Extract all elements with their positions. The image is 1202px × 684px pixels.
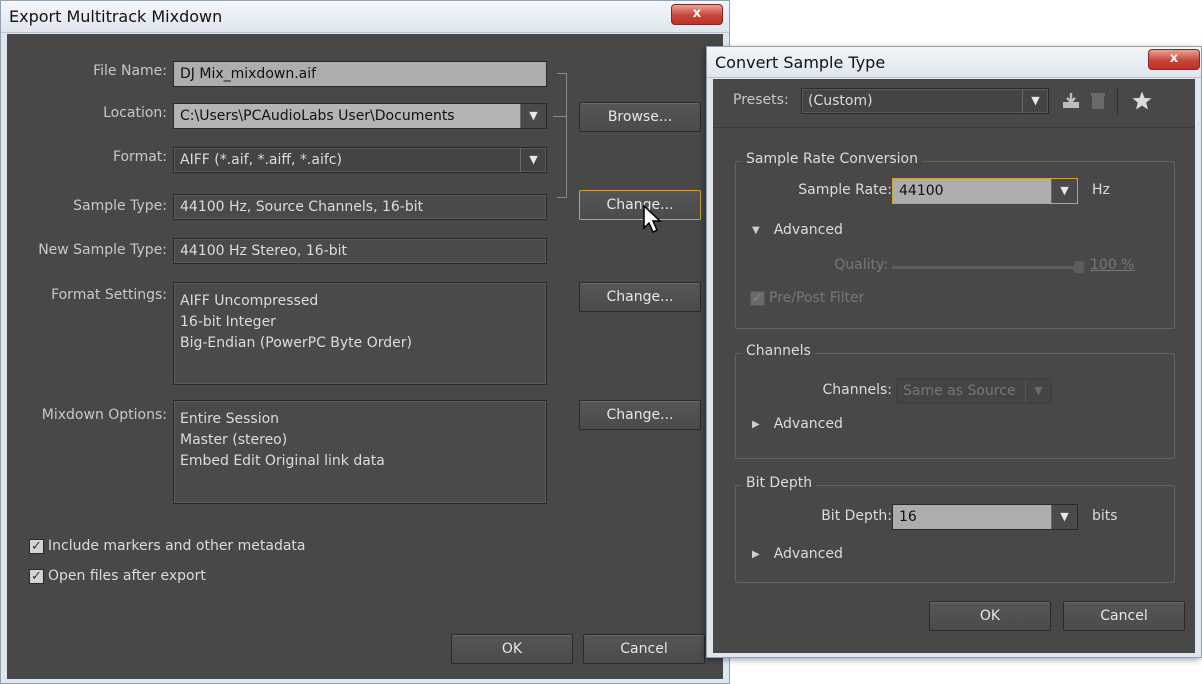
bit-depth-group: Bit Depth Bit Depth: 16 ▼ bits ▶ Advance… — [735, 475, 1175, 583]
delete-preset-icon[interactable] — [1088, 91, 1108, 111]
format-settings-line: Big-Endian (PowerPC Byte Order) — [180, 335, 412, 351]
advanced-label: Advanced — [773, 222, 843, 238]
checkmark-icon: ✓ — [29, 568, 44, 584]
mixdown-options-line: Entire Session — [180, 411, 280, 427]
presets-value: (Custom) — [808, 93, 873, 109]
format-dropdown[interactable]: AIFF (*.aif, *.aiff, *.aifc) ▼ — [173, 147, 547, 173]
expanded-triangle-icon: ▼ — [752, 224, 760, 236]
convert-cancel-button[interactable]: Cancel — [1063, 601, 1185, 631]
include-markers-label: Include markers and other metadata — [48, 538, 306, 554]
bit-depth-label: Bit Depth: — [821, 508, 892, 524]
bit-depth-unit: bits — [1092, 508, 1118, 524]
channels-group-title: Channels — [742, 343, 815, 359]
star-icon[interactable] — [1131, 90, 1153, 112]
channels-group: Channels Channels: Same as Source ▼ ▶ Ad… — [735, 343, 1175, 459]
bit-depth-dropdown[interactable]: 16 ▼ — [892, 504, 1078, 530]
export-dialog-title: Export Multitrack Mixdown — [1, 1, 729, 33]
format-settings-line: AIFF Uncompressed — [180, 293, 319, 309]
advanced-label: Advanced — [773, 416, 843, 432]
format-settings-change-button[interactable]: Change... — [579, 282, 701, 312]
save-preset-icon[interactable] — [1061, 91, 1081, 111]
quality-value: 100 % — [1090, 257, 1135, 273]
presets-dropdown[interactable]: (Custom) ▼ — [801, 88, 1049, 114]
checkmark-icon: ✓ — [29, 538, 44, 554]
mixdown-options-box: Entire Session Master (stereo) Embed Edi… — [173, 400, 547, 504]
file-name-field[interactable]: DJ Mix_mixdown.aif — [173, 61, 547, 87]
mixdown-options-change-button[interactable]: Change... — [579, 400, 701, 430]
quality-slider-thumb — [1074, 261, 1084, 273]
sample-rate-label: Sample Rate: — [798, 182, 892, 198]
export-multitrack-mixdown-dialog: Export Multitrack Mixdown x File Name: D… — [0, 0, 730, 684]
export-cancel-button[interactable]: Cancel — [583, 634, 705, 664]
sample-type-change-button[interactable]: Change... — [579, 190, 701, 220]
channels-value: Same as Source — [903, 383, 1016, 399]
convert-close-button[interactable]: x — [1148, 49, 1200, 70]
bracket-to-browse — [553, 116, 567, 117]
mouse-cursor-icon — [643, 204, 662, 234]
export-ok-button[interactable]: OK — [451, 634, 573, 664]
format-label: Format: — [112, 149, 167, 165]
format-settings-line: 16-bit Integer — [180, 314, 276, 330]
new-sample-type-field: 44100 Hz Stereo, 16-bit — [173, 238, 547, 264]
sample-rate-advanced-toggle[interactable]: ▼ Advanced — [752, 222, 843, 238]
export-dialog-body: File Name: DJ Mix_mixdown.aif Location: … — [7, 34, 723, 679]
chevron-down-icon: ▼ — [1051, 505, 1077, 529]
name-location-bracket-v — [566, 73, 567, 197]
presets-separator — [1117, 88, 1118, 114]
sample-type-field: 44100 Hz, Source Channels, 16-bit — [173, 194, 547, 220]
channels-advanced-toggle[interactable]: ▶ Advanced — [752, 416, 843, 432]
format-settings-box: AIFF Uncompressed 16-bit Integer Big-End… — [173, 282, 547, 385]
sample-type-label: Sample Type: — [73, 198, 167, 214]
mixdown-options-line: Embed Edit Original link data — [180, 453, 385, 469]
presets-label: Presets: — [733, 92, 789, 108]
chevron-down-icon: ▼ — [1025, 379, 1051, 403]
location-dropdown[interactable]: C:\Users\PCAudioLabs User\Documents ▼ — [173, 103, 547, 129]
chevron-down-icon: ▼ — [1022, 89, 1048, 113]
name-location-bracket-b — [557, 197, 567, 198]
location-value: C:\Users\PCAudioLabs User\Documents — [180, 108, 455, 124]
collapsed-triangle-icon: ▶ — [752, 548, 760, 560]
sample-rate-dropdown[interactable]: 44100 ▼ — [892, 178, 1078, 204]
convert-dialog-title: Convert Sample Type — [707, 47, 1201, 78]
sample-rate-unit: Hz — [1092, 182, 1110, 198]
chevron-down-icon: ▼ — [520, 148, 546, 172]
chevron-down-icon: ▼ — [520, 104, 546, 128]
channels-dropdown: Same as Source ▼ — [896, 378, 1052, 404]
new-sample-type-label: New Sample Type: — [38, 242, 167, 258]
sample-rate-group-title: Sample Rate Conversion — [742, 151, 922, 167]
file-name-label: File Name: — [93, 63, 167, 79]
bit-depth-value: 16 — [899, 509, 917, 525]
pre-post-filter-label: Pre/Post Filter — [769, 290, 865, 306]
quality-label: Quality: — [834, 257, 888, 273]
channels-label: Channels: — [822, 382, 893, 398]
convert-dialog-body: Presets: (Custom) ▼ Sample Rate Conversi… — [713, 79, 1195, 653]
bit-depth-advanced-toggle[interactable]: ▶ Advanced — [752, 546, 843, 562]
pre-post-filter-checkbox: ✓ Pre/Post Filter — [750, 290, 864, 306]
chevron-down-icon: ▼ — [1051, 179, 1077, 203]
include-markers-checkbox[interactable]: ✓ Include markers and other metadata — [29, 538, 306, 554]
convert-ok-button[interactable]: OK — [929, 601, 1051, 631]
export-close-button[interactable]: x — [671, 4, 723, 25]
sample-rate-conversion-group: Sample Rate Conversion Sample Rate: 4410… — [735, 151, 1175, 329]
collapsed-triangle-icon: ▶ — [752, 418, 760, 430]
quality-slider — [892, 266, 1080, 269]
mixdown-options-label: Mixdown Options: — [41, 407, 167, 423]
convert-sample-type-dialog: Convert Sample Type x Presets: (Custom) … — [706, 46, 1202, 658]
mixdown-options-line: Master (stereo) — [180, 432, 288, 448]
open-files-checkbox[interactable]: ✓ Open files after export — [29, 568, 206, 584]
browse-button[interactable]: Browse... — [579, 102, 701, 132]
checkmark-icon: ✓ — [750, 290, 765, 306]
location-label: Location: — [103, 105, 167, 121]
advanced-label: Advanced — [773, 546, 843, 562]
format-settings-label: Format Settings: — [51, 287, 167, 303]
open-files-label: Open files after export — [48, 568, 206, 584]
sample-rate-value: 44100 — [899, 183, 944, 199]
presets-divider — [713, 127, 1195, 128]
bit-depth-group-title: Bit Depth — [742, 475, 817, 491]
format-value: AIFF (*.aif, *.aiff, *.aifc) — [180, 152, 342, 168]
